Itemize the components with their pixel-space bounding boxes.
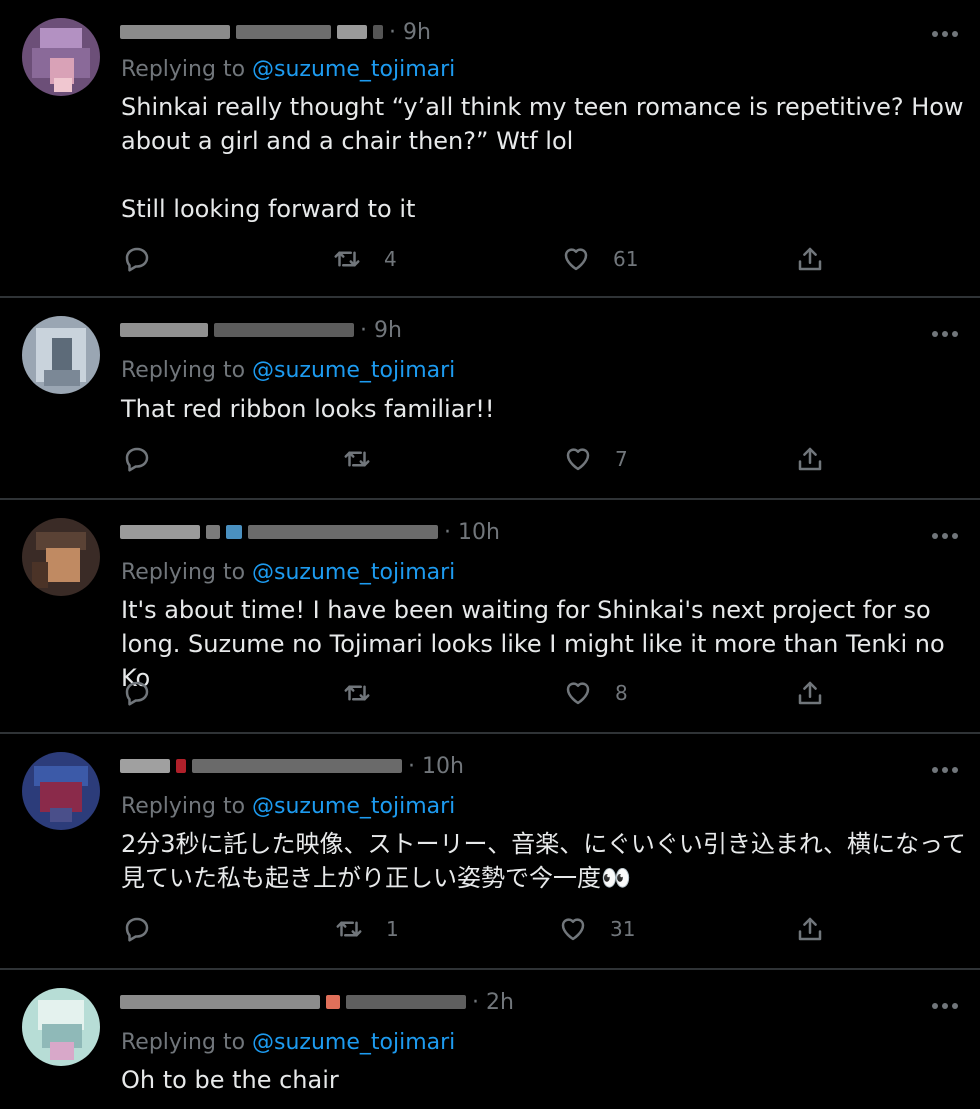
- author-name-blurred[interactable]: · 10h: [120, 754, 464, 779]
- like-icon: [561, 918, 585, 941]
- reply-icon: [125, 447, 149, 472]
- replying-to: Replying to @suzume_tojimari: [121, 358, 455, 383]
- reply-handle-link[interactable]: @suzume_tojimari: [252, 57, 455, 82]
- tweet-text: That red ribbon looks familiar!!: [121, 395, 495, 423]
- retweet-icon: [336, 921, 362, 937]
- retweet-count: 4: [384, 247, 397, 271]
- share-button[interactable]: [795, 914, 825, 944]
- share-icon: [798, 917, 822, 941]
- timestamp[interactable]: · 9h: [360, 318, 402, 343]
- more-icon[interactable]: [932, 1003, 958, 1011]
- replying-to: Replying to @suzume_tojimari: [121, 1030, 455, 1055]
- timestamp[interactable]: · 10h: [444, 520, 500, 545]
- replying-to-label: Replying to: [121, 1030, 246, 1055]
- timestamp[interactable]: · 2h: [472, 990, 514, 1015]
- retweet-button[interactable]: 1: [334, 914, 399, 944]
- tweet[interactable]: · 2h Replying to @suzume_tojimari Oh to …: [0, 970, 980, 1109]
- reply-handle-link[interactable]: @suzume_tojimari: [252, 560, 455, 585]
- reply-handle-link[interactable]: @suzume_tojimari: [252, 358, 455, 383]
- like-count: 61: [613, 247, 639, 271]
- replying-to: Replying to @suzume_tojimari: [121, 560, 455, 585]
- like-icon: [564, 248, 588, 271]
- more-icon[interactable]: [932, 767, 958, 775]
- like-button[interactable]: 31: [558, 914, 635, 944]
- reply-button[interactable]: [122, 914, 152, 944]
- share-icon: [798, 247, 822, 271]
- like-button[interactable]: 8: [563, 678, 628, 708]
- avatar[interactable]: [22, 518, 100, 596]
- tweet-actions: 4 61: [0, 244, 980, 280]
- replying-to: Replying to @suzume_tojimari: [121, 794, 455, 819]
- timestamp[interactable]: · 9h: [389, 20, 431, 45]
- reply-button[interactable]: [122, 678, 152, 708]
- retweet-button[interactable]: [342, 444, 394, 474]
- avatar[interactable]: [22, 988, 100, 1066]
- replying-to-label: Replying to: [121, 560, 246, 585]
- retweet-count: 1: [386, 917, 399, 941]
- tweet[interactable]: · 10h Replying to @suzume_tojimari It's …: [0, 500, 980, 732]
- tweet-actions: 1 31: [0, 914, 980, 950]
- avatar[interactable]: [22, 752, 100, 830]
- reply-icon: [125, 681, 149, 706]
- like-count: 7: [615, 447, 628, 471]
- retweet-icon: [344, 685, 370, 701]
- replying-to: Replying to @suzume_tojimari: [121, 57, 455, 82]
- tweet-text: Shinkai really thought “y’all think my t…: [121, 93, 964, 223]
- tweet-text: Oh to be the chair: [121, 1066, 339, 1094]
- share-icon: [798, 447, 822, 471]
- like-count: 8: [615, 681, 628, 705]
- like-icon: [566, 448, 590, 471]
- replying-to-label: Replying to: [121, 57, 246, 82]
- more-icon[interactable]: [932, 533, 958, 541]
- share-icon: [798, 681, 822, 705]
- like-count: 31: [610, 917, 636, 941]
- more-icon[interactable]: [932, 331, 958, 339]
- author-name-blurred[interactable]: · 9h: [120, 318, 402, 343]
- author-name-blurred[interactable]: · 9h: [120, 20, 431, 45]
- replying-to-label: Replying to: [121, 794, 246, 819]
- replying-to-label: Replying to: [121, 358, 246, 383]
- avatar[interactable]: [22, 18, 100, 96]
- author-name-blurred[interactable]: · 2h: [120, 990, 514, 1015]
- tweet[interactable]: · 10h Replying to @suzume_tojimari 2分3秒に…: [0, 734, 980, 968]
- like-icon: [566, 682, 590, 705]
- share-button[interactable]: [795, 244, 825, 274]
- like-button[interactable]: 61: [561, 244, 638, 274]
- reply-handle-link[interactable]: @suzume_tojimari: [252, 794, 455, 819]
- reply-button[interactable]: [122, 244, 152, 274]
- like-button[interactable]: 7: [563, 444, 628, 474]
- reply-button[interactable]: [122, 444, 152, 474]
- reply-handle-link[interactable]: @suzume_tojimari: [252, 1030, 455, 1055]
- author-name-blurred[interactable]: · 10h: [120, 520, 500, 545]
- tweet[interactable]: · 9h Replying to @suzume_tojimari Shinka…: [0, 0, 980, 296]
- avatar[interactable]: [22, 316, 100, 394]
- retweet-icon: [344, 451, 370, 467]
- reply-icon: [125, 917, 149, 942]
- retweet-button[interactable]: [342, 678, 394, 708]
- tweet-text: 2分3秒に託した映像、ストーリー、音楽、にぐいぐい引き込まれ、横になって見ていた…: [121, 830, 966, 892]
- timestamp[interactable]: · 10h: [408, 754, 464, 779]
- retweet-button[interactable]: 4: [332, 244, 397, 274]
- reply-icon: [125, 247, 149, 272]
- retweet-icon: [334, 251, 360, 267]
- tweet[interactable]: · 9h Replying to @suzume_tojimari That r…: [0, 298, 980, 498]
- tweet-actions: 7: [0, 444, 980, 480]
- more-icon[interactable]: [932, 31, 958, 39]
- share-button[interactable]: [795, 678, 825, 708]
- share-button[interactable]: [795, 444, 825, 474]
- tweet-actions: 8: [0, 678, 980, 714]
